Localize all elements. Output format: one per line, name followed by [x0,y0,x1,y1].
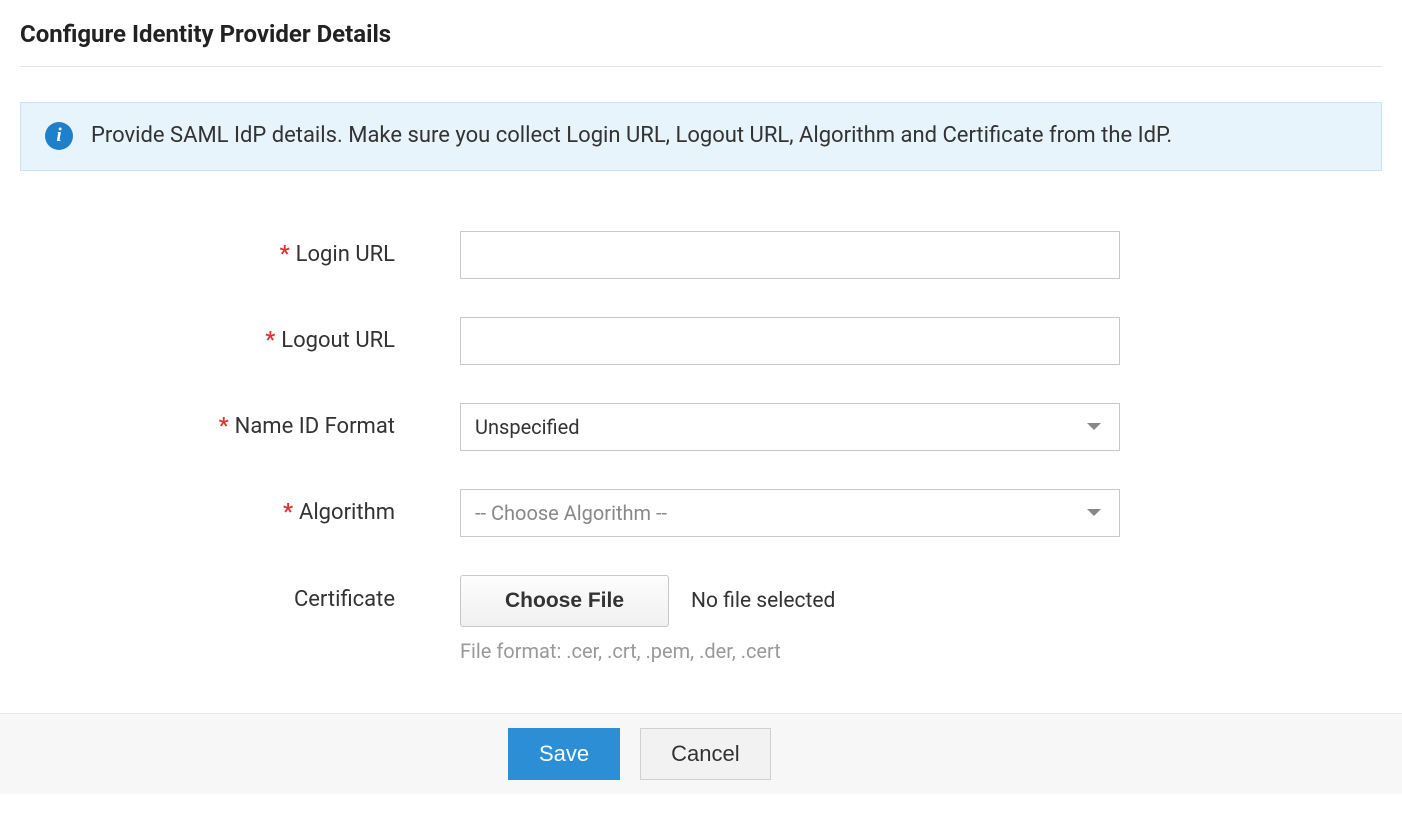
label-algorithm-text: Algorithm [299,500,395,525]
label-name-id-format: *Name ID Format [20,414,460,439]
info-icon: i [45,122,73,150]
info-banner-text: Provide SAML IdP details. Make sure you … [91,121,1172,152]
required-marker: * [280,242,290,267]
choose-file-button[interactable]: Choose File [460,575,669,627]
name-id-format-value: Unspecified [475,415,579,439]
button-bar: Save Cancel [0,713,1402,794]
row-algorithm: *Algorithm -- Choose Algorithm -- [20,489,1382,537]
save-button[interactable]: Save [508,728,620,780]
row-login-url: *Login URL [20,231,1382,279]
row-name-id-format: *Name ID Format Unspecified [20,403,1382,451]
label-certificate: Certificate [20,575,460,612]
login-url-input[interactable] [460,231,1120,279]
row-logout-url: *Logout URL [20,317,1382,365]
logout-url-input[interactable] [460,317,1120,365]
required-marker: * [219,414,229,439]
button-bar-spacer [0,728,488,780]
label-algorithm: *Algorithm [20,500,460,525]
page-title: Configure Identity Provider Details [20,20,1382,48]
no-file-selected-text: No file selected [691,589,835,613]
row-certificate: Certificate Choose File No file selected… [20,575,1382,663]
certificate-hint: File format: .cer, .crt, .pem, .der, .ce… [460,639,1120,663]
chevron-down-icon [1087,423,1101,430]
algorithm-select[interactable]: -- Choose Algorithm -- [460,489,1120,537]
label-logout-url: *Logout URL [20,328,460,353]
required-marker: * [265,328,275,353]
label-login-url-text: Login URL [296,242,395,267]
cancel-button[interactable]: Cancel [640,728,770,780]
name-id-format-select[interactable]: Unspecified [460,403,1120,451]
title-divider [20,66,1382,67]
chevron-down-icon [1087,509,1101,516]
form-area: *Login URL *Logout URL *Name ID Format U… [20,231,1382,713]
required-marker: * [283,500,293,525]
label-logout-url-text: Logout URL [281,328,395,353]
label-certificate-text: Certificate [294,587,395,612]
label-login-url: *Login URL [20,242,460,267]
info-banner: i Provide SAML IdP details. Make sure yo… [20,102,1382,171]
label-name-id-format-text: Name ID Format [235,414,395,439]
algorithm-placeholder: -- Choose Algorithm -- [475,501,667,525]
